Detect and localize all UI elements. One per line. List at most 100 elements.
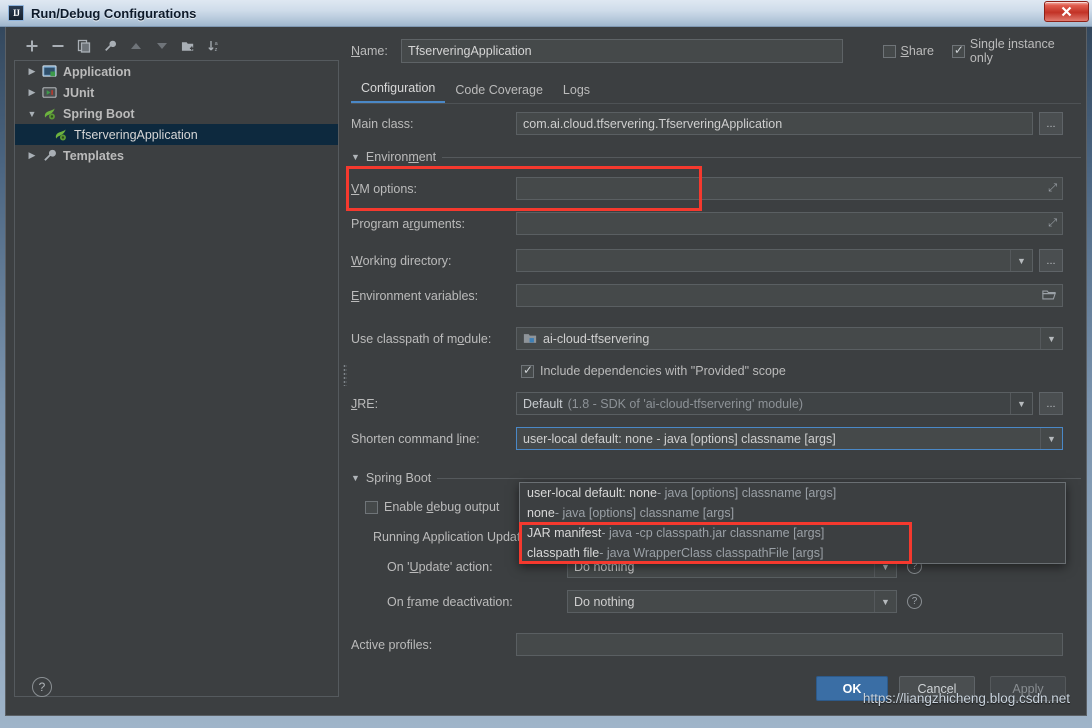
configurations-panel: a z ▶ Application ▶ JUnit ▼Spring Boot Tfserv…: [14, 32, 339, 697]
dropdown-option-2[interactable]: JAR manifest - java -cp classpath.jar cl…: [520, 523, 1065, 543]
dropdown-option-description: - java [options] classname [args]: [555, 506, 734, 520]
name-input[interactable]: TfserveringApplication: [401, 39, 843, 63]
tree-item-templates[interactable]: ▶ Templates: [15, 145, 338, 166]
dropdown-option-name: classpath file: [527, 546, 599, 560]
working-directory-input[interactable]: ▼: [516, 249, 1033, 272]
single-instance-checkbox[interactable]: Single instance only: [952, 37, 1081, 65]
new-folder-icon[interactable]: [176, 34, 200, 58]
environment-section-header[interactable]: ▼ Environment: [351, 147, 1081, 167]
panel-splitter[interactable]: [342, 32, 349, 697]
working-directory-row: Working directory: ▼ ...: [351, 249, 1081, 272]
chevron-down-icon[interactable]: ▼: [1010, 393, 1032, 414]
dropdown-option-description: - java [options] classname [args]: [657, 486, 836, 500]
use-classpath-row: Use classpath of module: ai-cloud-tfserv…: [351, 327, 1081, 350]
use-classpath-label: Use classpath of module:: [351, 332, 516, 346]
expand-editor-icon[interactable]: ⤢: [1048, 182, 1057, 195]
configurations-tree[interactable]: ▶ Application ▶ JUnit ▼Spring Boot Tfserverin…: [14, 60, 339, 697]
spring-boot-section-label: Spring Boot: [366, 471, 431, 485]
tab-logs[interactable]: Logs: [553, 79, 600, 103]
tree-item-label: Templates: [63, 149, 124, 163]
tree-item-label: TfserveringApplication: [74, 128, 198, 142]
dropdown-option-3[interactable]: classpath file - java WrapperClass class…: [520, 543, 1065, 563]
single-instance-checkbox-box[interactable]: [952, 45, 965, 58]
help-button[interactable]: ?: [32, 677, 52, 697]
program-arguments-label: Program arguments:: [351, 217, 516, 231]
working-directory-browse-button[interactable]: ...: [1039, 249, 1063, 272]
on-frame-deactivation-row: On frame deactivation: Do nothing ▼ ?: [387, 590, 1081, 613]
title-bar: IJ Run/Debug Configurations: [0, 0, 1092, 27]
main-class-row: Main class: com.ai.cloud.tfservering.Tfs…: [351, 112, 1081, 135]
enable-debug-output-checkbox-box[interactable]: [365, 501, 378, 514]
watermark-text: https://liangzhicheng.blog.csdn.net: [863, 691, 1070, 706]
expand-editor-icon[interactable]: ⤢: [1048, 217, 1057, 230]
wrench-icon[interactable]: [98, 34, 122, 58]
share-checkbox[interactable]: Share: [883, 44, 934, 58]
tab-code-coverage[interactable]: Code Coverage: [445, 79, 553, 103]
chevron-down-icon[interactable]: ▼: [1010, 250, 1032, 271]
dropdown-option-1[interactable]: none - java [options] classname [args]: [520, 503, 1065, 523]
on-frame-deactivation-combo[interactable]: Do nothing ▼: [567, 590, 897, 613]
add-icon[interactable]: [20, 34, 44, 58]
vm-options-input[interactable]: ⤢: [516, 177, 1063, 200]
collapse-triangle-icon: ▼: [351, 473, 360, 483]
tree-item-junit[interactable]: ▶ JUnit: [15, 82, 338, 103]
share-checkbox-box[interactable]: [883, 45, 896, 58]
dropdown-option-description: - java -cp classpath.jar classname [args…: [601, 526, 824, 540]
svg-text:z: z: [215, 47, 218, 53]
junit-icon: [42, 85, 58, 101]
tree-toolbar: a z: [14, 32, 339, 60]
run-debug-configurations-dialog: a z ▶Application▶JUnit▼Spring BootTfserv…: [5, 27, 1087, 716]
configuration-details-panel: Name: TfserveringApplication Share Singl…: [351, 32, 1081, 697]
twisty-collapsed-icon[interactable]: ▶: [25, 87, 39, 98]
chevron-down-icon[interactable]: ▼: [874, 591, 896, 612]
folder-icon[interactable]: [1042, 289, 1056, 304]
shorten-command-line-label: Shorten command line:: [351, 432, 516, 446]
environment-variables-input[interactable]: [516, 284, 1063, 307]
on-frame-deactivation-value: Do nothing: [574, 595, 634, 609]
dropdown-option-description: - java WrapperClass classpathFile [args]: [599, 546, 823, 560]
tree-item-tfserveringapplication[interactable]: TfserveringApplication: [15, 124, 338, 145]
include-dependencies-checkbox-box[interactable]: [521, 365, 534, 378]
twisty-collapsed-icon[interactable]: ▶: [25, 150, 39, 161]
active-profiles-row: Active profiles:: [351, 633, 1081, 656]
tree-item-application[interactable]: ▶ Application: [15, 61, 338, 82]
close-button[interactable]: [1044, 1, 1089, 22]
tab-bar: Configuration Code Coverage Logs: [351, 74, 1081, 104]
active-profiles-input[interactable]: [516, 633, 1063, 656]
program-arguments-input[interactable]: ⤢: [516, 212, 1063, 235]
use-classpath-combo[interactable]: ai-cloud-tfservering ▼: [516, 327, 1063, 350]
close-icon: [1061, 6, 1072, 17]
move-down-icon[interactable]: [150, 34, 174, 58]
environment-section-label: Environment: [366, 150, 436, 164]
tree-item-spring-boot[interactable]: ▼Spring Boot: [15, 103, 338, 124]
move-up-icon[interactable]: [124, 34, 148, 58]
main-class-browse-button[interactable]: ...: [1039, 112, 1063, 135]
dropdown-option-name: none: [527, 506, 555, 520]
active-profiles-label: Active profiles:: [351, 638, 516, 652]
twisty-expanded-icon[interactable]: ▼: [25, 109, 39, 119]
shorten-command-line-row: Shorten command line: user-local default…: [351, 427, 1081, 450]
chevron-down-icon[interactable]: ▼: [1040, 328, 1062, 349]
section-divider: [442, 157, 1081, 158]
tab-configuration[interactable]: Configuration: [351, 77, 445, 103]
on-frame-deactivation-label: On frame deactivation:: [387, 595, 567, 609]
jre-value-hint: (1.8 - SDK of 'ai-cloud-tfservering' mod…: [568, 397, 803, 411]
dropdown-option-name: JAR manifest: [527, 526, 601, 540]
spring-boot-icon: [53, 127, 69, 143]
sort-alpha-icon[interactable]: a z: [202, 34, 226, 58]
shorten-command-line-combo[interactable]: user-local default: none - java [options…: [516, 427, 1063, 450]
shorten-command-line-dropdown[interactable]: user-local default: none - java [options…: [519, 482, 1066, 564]
copy-icon[interactable]: [72, 34, 96, 58]
jre-browse-button[interactable]: ...: [1039, 392, 1063, 415]
tree-item-label: Application: [63, 65, 131, 79]
on-frame-help-icon[interactable]: ?: [907, 594, 922, 609]
jre-combo[interactable]: Default (1.8 - SDK of 'ai-cloud-tfserver…: [516, 392, 1033, 415]
main-class-input[interactable]: com.ai.cloud.tfservering.TfserveringAppl…: [516, 112, 1033, 135]
dropdown-option-0[interactable]: user-local default: none - java [options…: [520, 483, 1065, 503]
remove-icon[interactable]: [46, 34, 70, 58]
twisty-collapsed-icon[interactable]: ▶: [25, 66, 39, 77]
single-instance-label: Single instance only: [970, 37, 1081, 65]
tree-item-label: JUnit: [63, 86, 94, 100]
chevron-down-icon[interactable]: ▼: [1040, 428, 1062, 449]
include-dependencies-checkbox[interactable]: Include dependencies with "Provided" sco…: [521, 362, 1081, 380]
